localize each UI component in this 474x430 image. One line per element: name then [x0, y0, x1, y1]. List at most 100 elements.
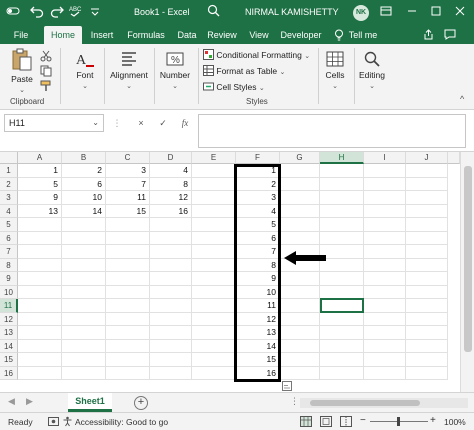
cell-e12[interactable]	[192, 312, 236, 326]
cell-h13[interactable]	[320, 326, 364, 340]
cell-e14[interactable]	[192, 339, 236, 353]
cell-d12[interactable]	[150, 312, 192, 326]
cell-b14[interactable]	[62, 339, 106, 353]
cell-c11[interactable]	[106, 299, 150, 313]
cell-b3[interactable]: 10	[62, 191, 106, 205]
cell-c6[interactable]	[106, 231, 150, 245]
cell-b16[interactable]	[62, 366, 106, 380]
cell-f13[interactable]: 13	[236, 326, 280, 340]
cell-j11[interactable]	[406, 299, 448, 313]
cell-i5[interactable]	[364, 218, 406, 232]
cell-e11[interactable]	[192, 299, 236, 313]
cell-f7[interactable]: 7	[236, 245, 280, 259]
cell-c5[interactable]	[106, 218, 150, 232]
cell-c3[interactable]: 11	[106, 191, 150, 205]
horizontal-scroll-thumb[interactable]	[310, 400, 420, 406]
column-header-g[interactable]: G	[280, 152, 320, 164]
tab-review[interactable]: Review	[204, 26, 240, 44]
cell-j1[interactable]	[406, 164, 448, 178]
cell-i15[interactable]	[364, 353, 406, 367]
paste-button[interactable]: Paste ⌄	[8, 48, 36, 94]
cell-e15[interactable]	[192, 353, 236, 367]
name-box-dropdown-icon[interactable]: ⌄	[92, 115, 99, 131]
row-header[interactable]: 3	[0, 191, 18, 205]
cell-c8[interactable]	[106, 258, 150, 272]
row-header[interactable]: 5	[0, 218, 18, 232]
cell-i11[interactable]	[364, 299, 406, 313]
column-header-e[interactable]: E	[192, 152, 236, 164]
cell-styles-button[interactable]: Cell Styles ⌄	[203, 81, 265, 92]
cells-button[interactable]: Cells ⌄	[320, 50, 350, 90]
next-sheet-icon[interactable]: ▶	[26, 396, 33, 407]
cell-a15[interactable]	[18, 353, 62, 367]
vertical-scrollbar[interactable]	[460, 152, 474, 392]
cell-a1[interactable]: 1	[18, 164, 62, 178]
row-header[interactable]: 8	[0, 258, 18, 272]
cell-g6[interactable]	[280, 231, 320, 245]
cell-b5[interactable]	[62, 218, 106, 232]
cell-h5[interactable]	[320, 218, 364, 232]
cell-c12[interactable]	[106, 312, 150, 326]
cell-j13[interactable]	[406, 326, 448, 340]
cell-e3[interactable]	[192, 191, 236, 205]
cell-g1[interactable]	[280, 164, 320, 178]
cell-f8[interactable]: 8	[236, 258, 280, 272]
cell-a6[interactable]	[18, 231, 62, 245]
alignment-button[interactable]: Alignment ⌄	[106, 50, 152, 90]
tab-tell-me[interactable]: Tell me	[346, 26, 380, 44]
spelling-icon[interactable]: ABC	[66, 4, 84, 22]
column-header-d[interactable]: D	[150, 152, 192, 164]
cell-a2[interactable]: 5	[18, 177, 62, 191]
cell-d16[interactable]	[150, 366, 192, 380]
avatar[interactable]: NK	[353, 5, 369, 21]
tab-insert[interactable]: Insert	[86, 26, 118, 44]
tab-formulas[interactable]: Formulas	[124, 26, 168, 44]
cell-g16[interactable]	[280, 366, 320, 380]
cell-e4[interactable]	[192, 204, 236, 218]
cell-a14[interactable]	[18, 339, 62, 353]
cell-i8[interactable]	[364, 258, 406, 272]
accessibility-status[interactable]: Accessibility: Good to go	[75, 417, 168, 427]
select-all-button[interactable]	[0, 152, 18, 164]
cell-f1[interactable]: 1	[236, 164, 280, 178]
cell-b11[interactable]	[62, 299, 106, 313]
tab-view[interactable]: View	[244, 26, 274, 44]
cell-b13[interactable]	[62, 326, 106, 340]
font-button[interactable]: A Font ⌄	[68, 50, 102, 90]
cell-j3[interactable]	[406, 191, 448, 205]
row-header[interactable]: 15	[0, 353, 18, 367]
cell-c4[interactable]: 15	[106, 204, 150, 218]
cell-i6[interactable]	[364, 231, 406, 245]
row-header[interactable]: 12	[0, 312, 18, 326]
row-header[interactable]: 7	[0, 245, 18, 259]
cell-a16[interactable]	[18, 366, 62, 380]
cell-d3[interactable]: 12	[150, 191, 192, 205]
conditional-formatting-button[interactable]: Conditional Formatting ⌄	[203, 49, 310, 60]
cancel-icon[interactable]: ×	[134, 114, 148, 132]
cell-c14[interactable]	[106, 339, 150, 353]
cell-g5[interactable]	[280, 218, 320, 232]
cell-b9[interactable]	[62, 272, 106, 286]
cell-a10[interactable]	[18, 285, 62, 299]
number-button[interactable]: % Number ⌄	[156, 50, 194, 90]
ribbon-display-icon[interactable]	[378, 5, 394, 21]
cell-j16[interactable]	[406, 366, 448, 380]
customize-icon[interactable]	[86, 4, 104, 22]
cell-h16[interactable]	[320, 366, 364, 380]
cell-g3[interactable]	[280, 191, 320, 205]
cell-d11[interactable]	[150, 299, 192, 313]
row-header[interactable]: 4	[0, 204, 18, 218]
format-painter-icon[interactable]	[40, 80, 52, 94]
cell-e16[interactable]	[192, 366, 236, 380]
cell-g2[interactable]	[280, 177, 320, 191]
cell-d10[interactable]	[150, 285, 192, 299]
redo-icon[interactable]	[48, 4, 66, 22]
cell-f10[interactable]: 10	[236, 285, 280, 299]
cell-d15[interactable]	[150, 353, 192, 367]
enter-icon[interactable]: ✓	[156, 114, 170, 132]
cell-h15[interactable]	[320, 353, 364, 367]
cell-a9[interactable]	[18, 272, 62, 286]
cell-e10[interactable]	[192, 285, 236, 299]
share-icon[interactable]	[420, 26, 436, 44]
formula-input[interactable]	[198, 114, 466, 148]
